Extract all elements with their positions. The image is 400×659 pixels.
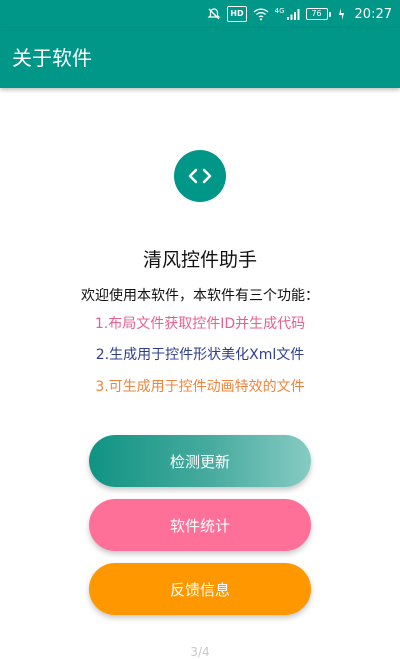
network-type-label: 4G [274,7,285,15]
status-bar: HD 4G 76 20:27 [0,0,400,28]
welcome-text: 欢迎使用本软件，本软件有三个功能： [81,288,319,304]
battery-level: 76 [305,8,328,20]
software-stats-button[interactable]: 软件统计 [89,499,311,551]
feature-item: 2.生成用于控件形状美化Xml文件 [95,347,305,363]
code-brackets-icon [188,168,212,184]
page-indicator: 3/4 [190,645,210,659]
feature-item: 1.布局文件获取控件ID并生成代码 [94,316,306,332]
status-time: 20:27 [354,6,392,22]
app-logo [174,150,226,202]
page-title: 关于软件 [12,46,92,70]
app-name: 清风控件助手 [142,249,257,271]
feature-item: 3.可生成用于控件动画特效的文件 [95,379,305,395]
feedback-button[interactable]: 反馈信息 [89,563,311,615]
charging-icon [337,7,347,21]
app-bar: 关于软件 [0,28,400,88]
check-update-button[interactable]: 检测更新 [89,435,311,487]
status-icons: HD 4G 76 20:27 [207,0,392,28]
battery-icon: 76 [305,7,331,21]
hd-icon: HD [227,6,247,22]
mute-icon [207,7,221,21]
signal-icon: 4G [275,7,300,21]
wifi-icon [253,7,269,21]
